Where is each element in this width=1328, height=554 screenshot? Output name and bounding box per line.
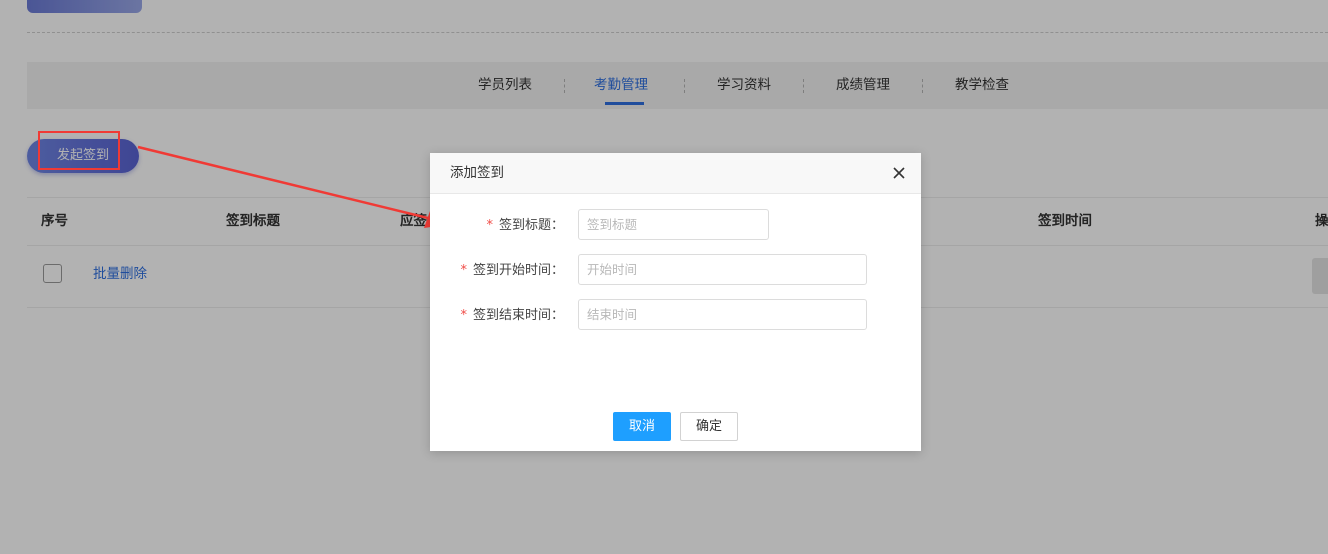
end-time-label-text: 签到结束时间：	[472, 308, 564, 323]
page: 学员列表 考勤管理 学习资料 成绩管理 教学检查 发起签到 序号 签到标题 应签…	[0, 0, 1328, 554]
start-time-label: * 签到开始时间：	[460, 254, 564, 287]
add-check-in-dialog: 添加签到 * 签到标题： * 签到开始时间： * 签到结束时间： 取消 确定	[430, 153, 921, 451]
title-label: * 签到标题：	[486, 209, 564, 242]
form-row-start-time: * 签到开始时间：	[430, 254, 921, 287]
required-mark: *	[486, 218, 493, 233]
close-icon[interactable]	[892, 166, 906, 180]
start-time-input[interactable]	[578, 254, 867, 285]
end-time-label: * 签到结束时间：	[460, 299, 564, 332]
end-time-input[interactable]	[578, 299, 867, 330]
title-input[interactable]	[578, 209, 769, 240]
form-row-title: * 签到标题：	[430, 209, 921, 242]
title-label-text: 签到标题：	[498, 218, 564, 233]
form-row-end-time: * 签到结束时间：	[430, 299, 921, 332]
annotation-highlight-box	[38, 131, 120, 170]
dialog-header: 添加签到	[430, 153, 921, 194]
start-time-label-text: 签到开始时间：	[472, 263, 564, 278]
required-mark: *	[460, 263, 467, 278]
confirm-button[interactable]: 确定	[680, 412, 738, 441]
dialog-title: 添加签到	[450, 165, 504, 181]
required-mark: *	[460, 308, 467, 323]
cancel-button[interactable]: 取消	[613, 412, 671, 441]
